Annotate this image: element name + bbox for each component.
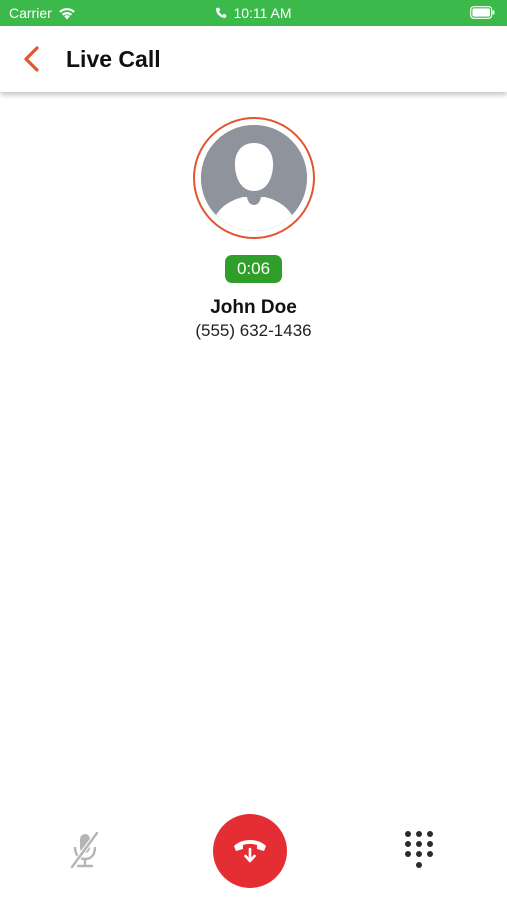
back-button[interactable] (18, 44, 46, 74)
keypad-icon (405, 831, 433, 868)
clock-label: 10:11 AM (233, 5, 292, 21)
person-placeholder-icon (201, 125, 307, 231)
battery-icon (470, 6, 495, 22)
nav-bar: Live Call (0, 26, 507, 92)
end-call-icon (234, 840, 266, 863)
end-call-button[interactable] (213, 814, 287, 888)
contact-phone-number: (555) 632-1436 (195, 321, 312, 340)
page-title: Live Call (66, 46, 161, 72)
mute-button[interactable] (66, 830, 104, 870)
status-time: 10:11 AM (0, 5, 507, 21)
phone-icon (216, 7, 227, 18)
contact-name: John Doe (210, 297, 297, 318)
status-bar: Carrier 10:11 AM (0, 0, 507, 26)
keypad-button[interactable] (402, 828, 436, 872)
avatar (193, 117, 315, 239)
microphone-muted-icon (70, 831, 99, 869)
chevron-left-icon (24, 46, 39, 72)
call-duration-badge: 0:06 (225, 255, 282, 283)
